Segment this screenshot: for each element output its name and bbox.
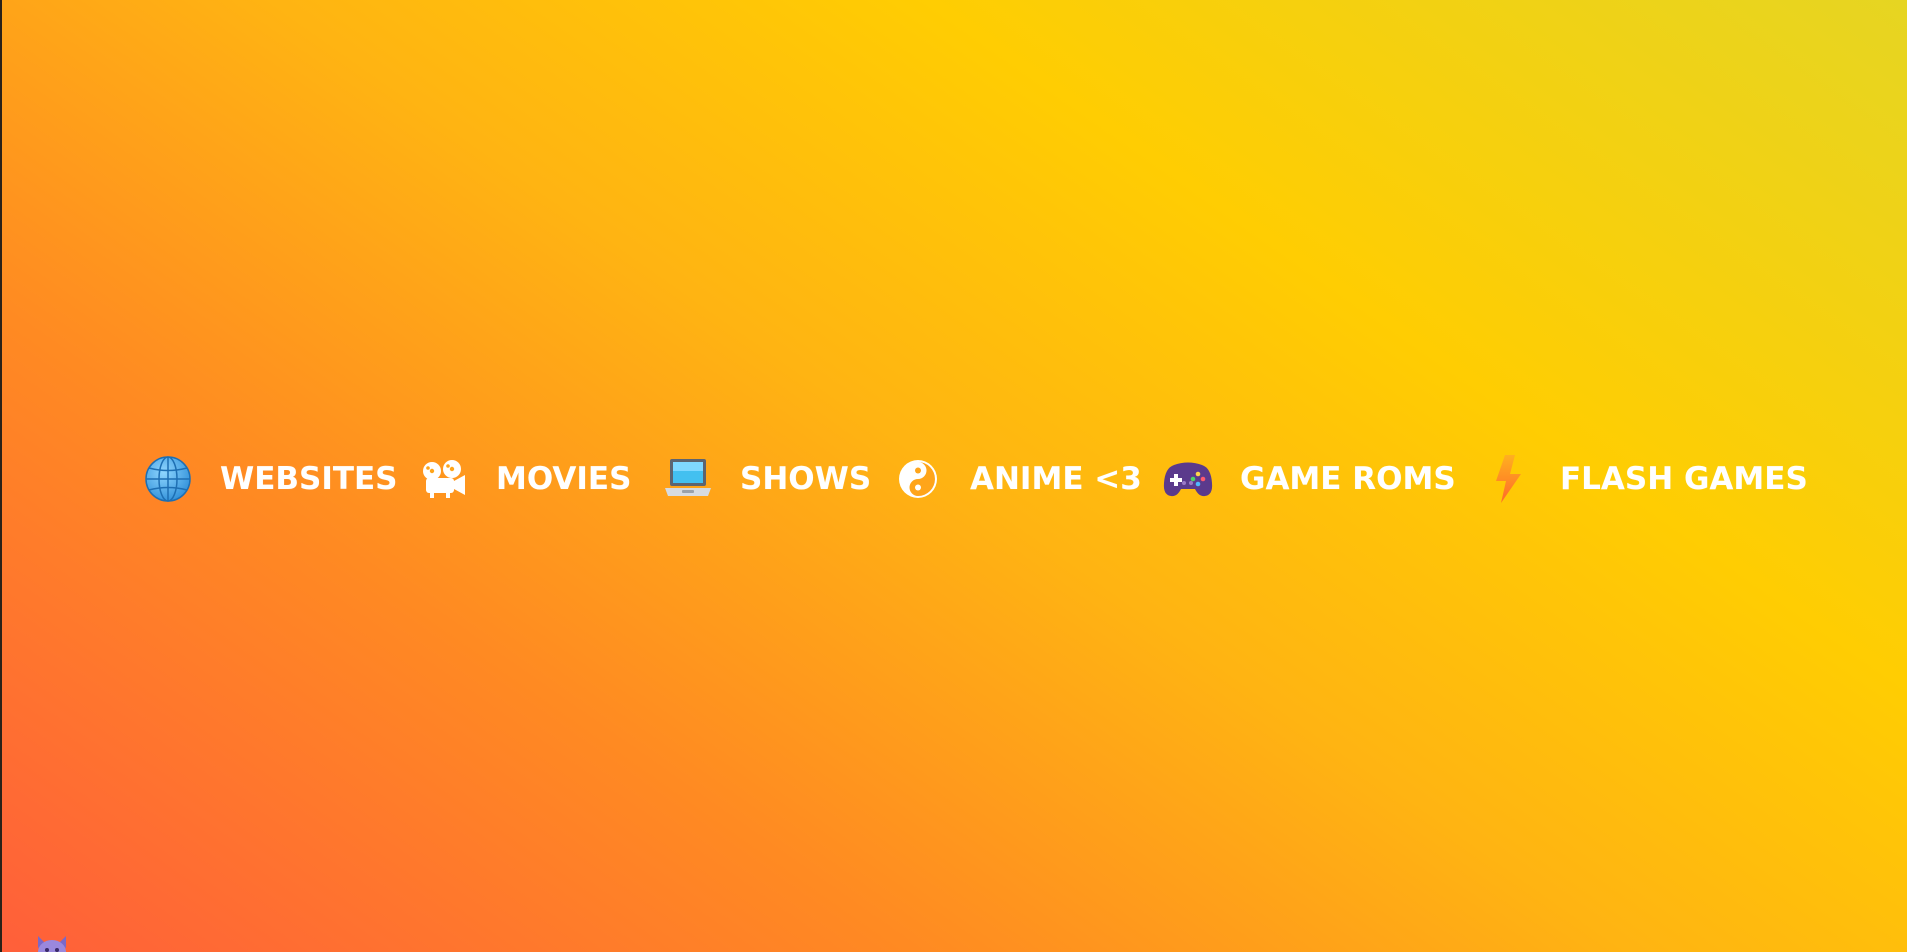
nav-item-movies[interactable]: MOVIES (418, 452, 631, 506)
laptop-icon (662, 453, 714, 505)
nav-label-anime: ANIME <3 (970, 461, 1142, 497)
nav-label-movies: MOVIES (496, 461, 632, 497)
page-background: WEBSITES MOVIES SHOWS ANIME <3 GAME ROMS… (0, 0, 1907, 952)
nav-label-game-roms: GAME ROMS (1240, 461, 1456, 497)
lightning-bolt-icon (1482, 453, 1534, 505)
cat-mascot-icon (34, 934, 70, 952)
globe-icon (142, 453, 194, 505)
nav-item-game-roms[interactable]: GAME ROMS (1162, 452, 1456, 506)
yin-yang-icon (892, 453, 944, 505)
nav-label-flash-games: FLASH GAMES (1560, 461, 1808, 497)
film-projector-icon (418, 453, 470, 505)
nav-item-websites[interactable]: WEBSITES (142, 452, 398, 506)
nav-label-websites: WEBSITES (220, 461, 398, 497)
nav-item-anime[interactable]: ANIME <3 (892, 452, 1142, 506)
nav-label-shows: SHOWS (740, 461, 872, 497)
main-nav: WEBSITES MOVIES SHOWS ANIME <3 GAME ROMS… (2, 452, 1907, 506)
nav-item-flash-games[interactable]: FLASH GAMES (1482, 452, 1808, 506)
game-controller-icon (1162, 453, 1214, 505)
nav-item-shows[interactable]: SHOWS (662, 452, 871, 506)
